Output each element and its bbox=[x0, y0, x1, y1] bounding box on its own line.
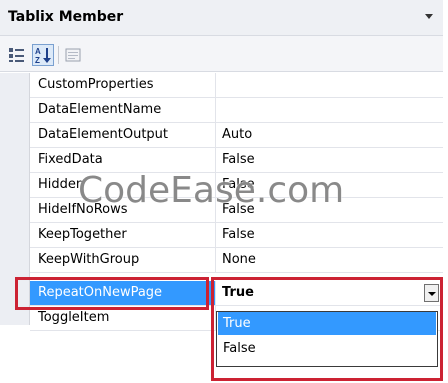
column-divider bbox=[215, 123, 216, 147]
column-divider bbox=[215, 248, 216, 272]
property-pages-icon bbox=[65, 48, 81, 62]
object-selector[interactable]: Tablix Member bbox=[0, 0, 443, 36]
chevron-down-icon[interactable] bbox=[425, 14, 433, 19]
property-name: DataElementOutput bbox=[38, 127, 169, 142]
svg-text:Z: Z bbox=[35, 56, 40, 65]
property-row-dataelementname[interactable]: DataElementName bbox=[30, 98, 443, 123]
column-divider bbox=[215, 223, 216, 247]
highlight-box-property-value bbox=[211, 277, 443, 381]
property-name: CustomProperties bbox=[38, 77, 154, 92]
object-title: Tablix Member bbox=[8, 9, 124, 25]
properties-panel: Tablix Member A Z CustomProperties DataE… bbox=[0, 0, 443, 383]
svg-text:A: A bbox=[35, 47, 41, 56]
property-row-dataelementoutput[interactable]: DataElementOutput Auto bbox=[30, 123, 443, 148]
categorized-button[interactable] bbox=[6, 44, 28, 66]
property-value[interactable]: False bbox=[222, 227, 255, 242]
properties-toolbar: A Z bbox=[0, 36, 443, 72]
property-name: KeepTogether bbox=[38, 227, 127, 242]
property-value[interactable]: Auto bbox=[222, 127, 252, 142]
column-divider bbox=[215, 98, 216, 122]
column-divider bbox=[215, 148, 216, 172]
property-name: ToggleItem bbox=[38, 310, 110, 325]
property-value[interactable]: None bbox=[222, 252, 256, 267]
toolbar-separator bbox=[58, 46, 59, 64]
property-pages-button[interactable] bbox=[62, 44, 84, 66]
property-row-customproperties[interactable]: CustomProperties bbox=[30, 73, 443, 98]
property-name: KeepWithGroup bbox=[38, 252, 140, 267]
property-row-keeptogether[interactable]: KeepTogether False bbox=[30, 223, 443, 248]
categorized-icon bbox=[9, 48, 24, 62]
alphabetical-sort-icon: A Z bbox=[35, 47, 51, 65]
property-row-keepwithgroup[interactable]: KeepWithGroup None bbox=[30, 248, 443, 273]
property-name: FixedData bbox=[38, 152, 103, 167]
column-divider bbox=[215, 73, 216, 97]
watermark-text: CodeEase.com bbox=[78, 170, 345, 211]
property-value[interactable]: False bbox=[222, 152, 255, 167]
alphabetical-button[interactable]: A Z bbox=[32, 44, 54, 66]
property-name: DataElementName bbox=[38, 102, 162, 117]
highlight-box-property-name bbox=[15, 277, 209, 310]
